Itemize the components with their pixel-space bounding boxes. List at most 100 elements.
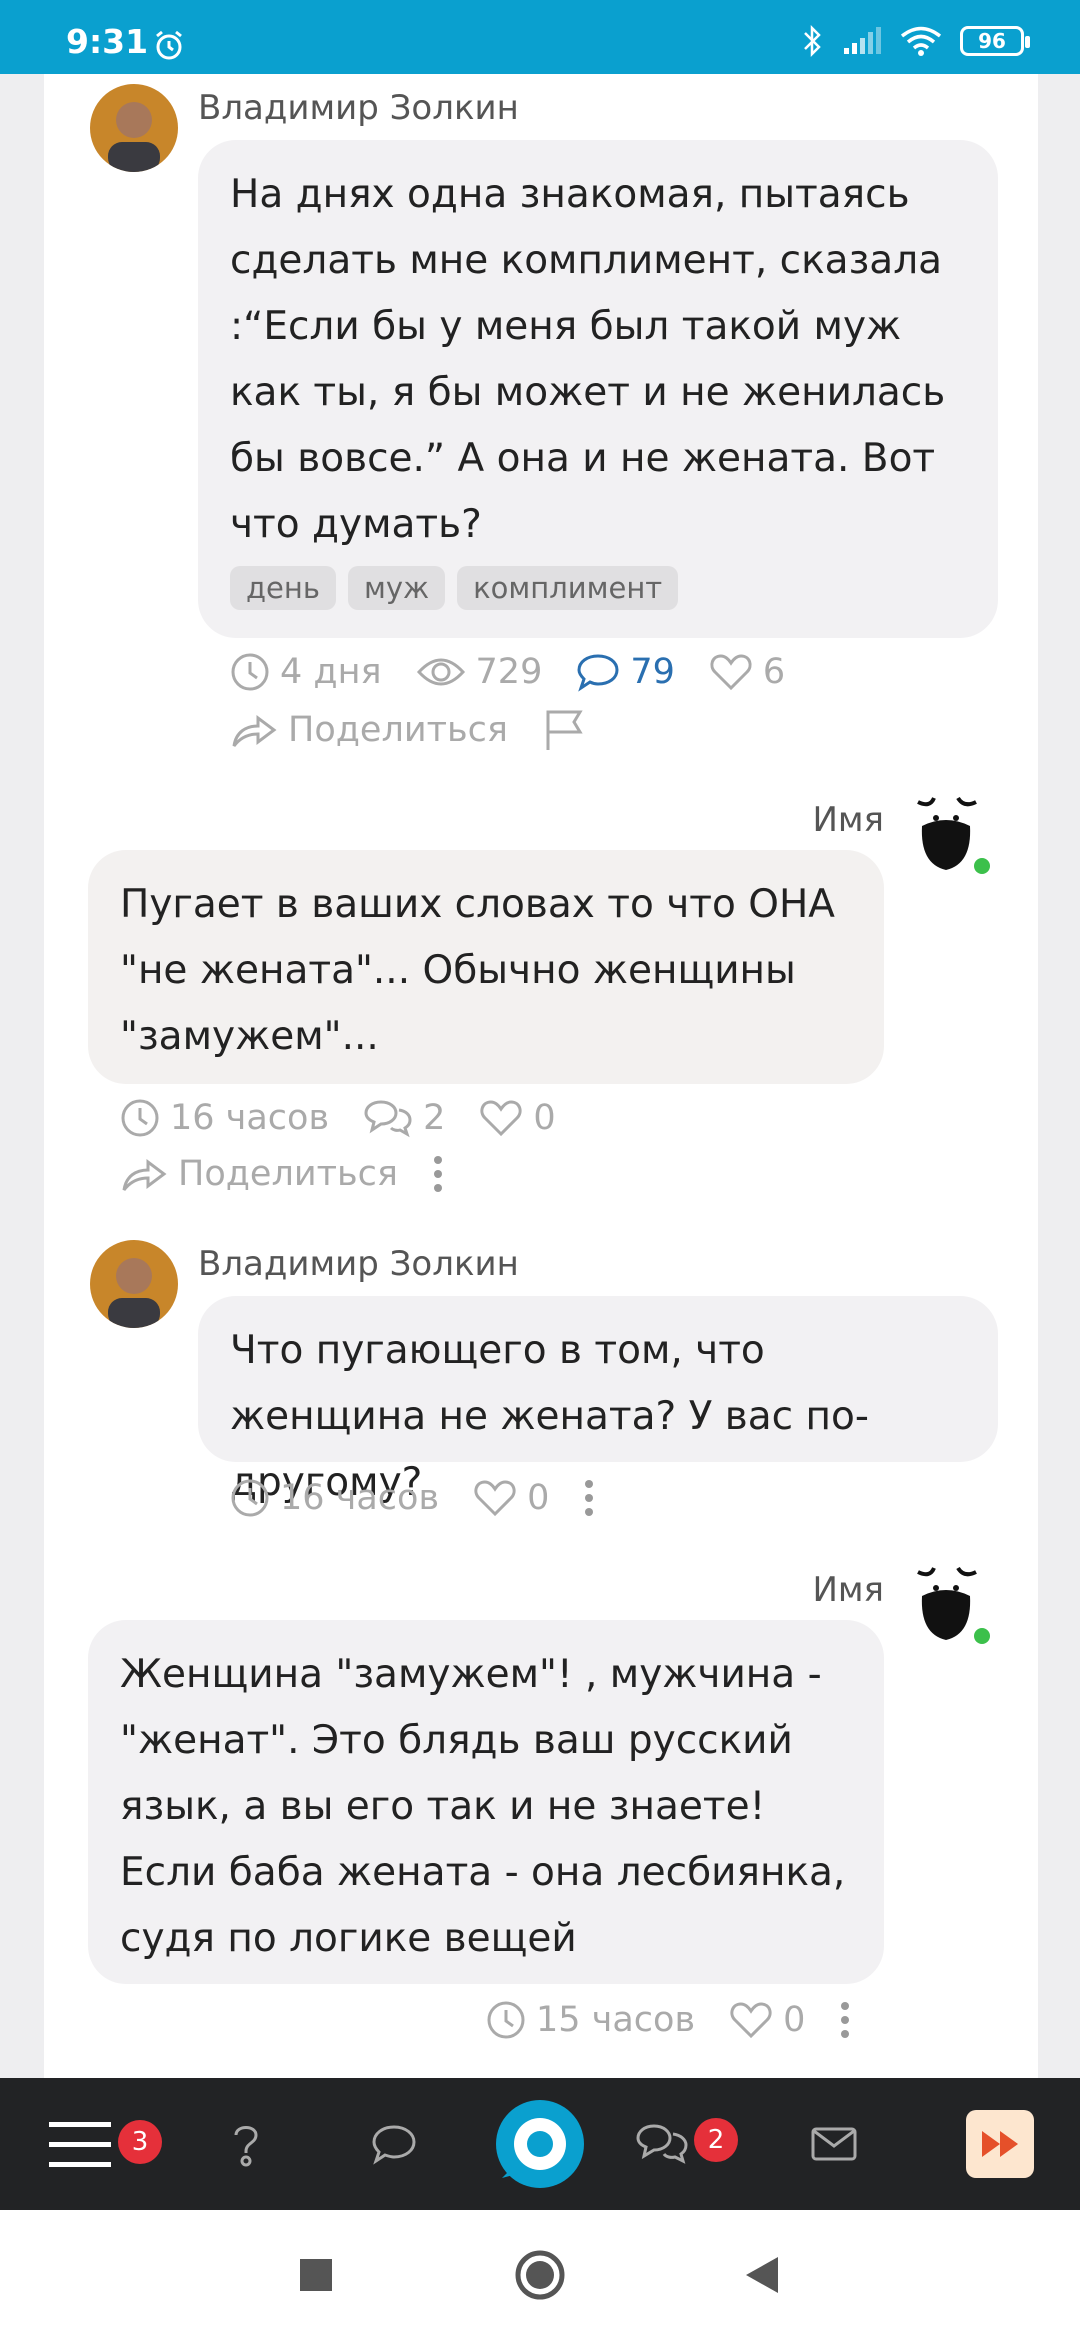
back-triangle-icon bbox=[746, 2257, 778, 2293]
app-logo-icon bbox=[496, 2100, 584, 2188]
comment-meta: 16 часов 0 bbox=[230, 1478, 595, 1518]
comment-time: 16 часов bbox=[120, 1098, 329, 1138]
comment-text: Пугает в ваших словах то что ОНА "не жен… bbox=[120, 882, 835, 1059]
anonymous-avatar[interactable] bbox=[910, 794, 982, 874]
comment-meta: 15 часов 0 bbox=[486, 2000, 851, 2040]
post-actions: Поделиться bbox=[230, 708, 586, 752]
comment-likes[interactable]: 0 bbox=[473, 1478, 549, 1518]
author-avatar[interactable] bbox=[90, 84, 178, 172]
mail-icon bbox=[811, 2127, 857, 2161]
author-avatar[interactable] bbox=[90, 1240, 178, 1328]
home-logo-button[interactable] bbox=[494, 2078, 586, 2210]
post-text: На днях одна знакомая, пытаясь сделать м… bbox=[230, 172, 946, 547]
question-icon bbox=[234, 2126, 258, 2167]
clock-icon bbox=[231, 653, 269, 691]
comment-time: 16 часов bbox=[230, 1478, 439, 1518]
comment-meta: 16 часов 2 0 bbox=[120, 1098, 590, 1138]
discussions-icon bbox=[636, 2124, 688, 2164]
comment-icon bbox=[577, 654, 619, 692]
comment-time-text: 15 часов bbox=[536, 2000, 696, 2040]
post-likes[interactable]: 6 bbox=[709, 652, 785, 692]
comment-author-name[interactable]: Имя bbox=[744, 800, 884, 840]
chat-button[interactable] bbox=[362, 2078, 426, 2210]
comment-author-name[interactable]: Владимир Золкин bbox=[198, 1244, 519, 1284]
circle-icon bbox=[515, 2250, 565, 2300]
status-time: 9:31 bbox=[66, 22, 149, 61]
battery-icon: 96 bbox=[960, 26, 1030, 56]
comment-likes-count: 0 bbox=[533, 1098, 556, 1138]
comment-bubble: Что пугающего в том, что женщина не жена… bbox=[198, 1296, 998, 1505]
eye-icon bbox=[416, 658, 465, 686]
comment-text: Женщина "замужем"! , мужчина - "женат". … bbox=[120, 1652, 846, 1961]
heart-icon bbox=[730, 2002, 772, 2039]
mail-button[interactable] bbox=[804, 2078, 864, 2210]
post-views: 729 bbox=[416, 652, 542, 692]
discussions-button[interactable] bbox=[632, 2078, 692, 2210]
square-icon bbox=[300, 2259, 332, 2291]
comment-time-text: 16 часов bbox=[280, 1478, 440, 1518]
page-margin-left bbox=[0, 74, 44, 2078]
discussions-badge: 2 bbox=[694, 2118, 738, 2162]
comment-likes-count: 0 bbox=[527, 1478, 550, 1518]
comment-likes[interactable]: 0 bbox=[729, 2000, 805, 2040]
fast-forward-button[interactable] bbox=[964, 2078, 1036, 2210]
more-options-icon[interactable] bbox=[583, 1478, 595, 1518]
questions-button[interactable] bbox=[216, 2078, 276, 2210]
alarm-icon bbox=[156, 30, 182, 60]
comment-time: 15 часов bbox=[486, 2000, 695, 2040]
comment-likes-count: 0 bbox=[783, 2000, 806, 2040]
post-meta: 4 дня 729 79 6 bbox=[230, 652, 819, 692]
share-icon bbox=[122, 1159, 167, 1191]
clock-icon bbox=[121, 1099, 159, 1137]
more-options-icon[interactable] bbox=[432, 1154, 444, 1194]
more-options-icon[interactable] bbox=[839, 2000, 851, 2040]
wifi-icon bbox=[900, 26, 942, 56]
comment-replies-count: 2 bbox=[423, 1098, 446, 1138]
comment-bubble: Женщина "замужем"! , мужчина - "женат". … bbox=[88, 1620, 884, 1984]
fast-forward-icon bbox=[982, 2131, 1018, 2157]
system-navigation-bar bbox=[0, 2210, 1080, 2340]
comment-replies[interactable]: 2 bbox=[363, 1098, 445, 1138]
post-comments[interactable]: 79 bbox=[576, 652, 675, 692]
share-button[interactable]: Поделиться bbox=[120, 1154, 398, 1194]
battery-level: 96 bbox=[978, 29, 1006, 53]
tag[interactable]: день bbox=[230, 566, 336, 610]
back-button[interactable] bbox=[738, 2210, 786, 2340]
comment-thread: Владимир Золкин На днях одна знакомая, п… bbox=[44, 74, 1038, 2078]
comment-actions: Поделиться bbox=[120, 1154, 444, 1194]
status-bar: 9:31 96 bbox=[0, 0, 1080, 74]
hamburger-icon bbox=[49, 2122, 111, 2167]
menu-badge: 3 bbox=[118, 2120, 162, 2164]
share-label: Поделиться bbox=[178, 1154, 398, 1194]
share-icon bbox=[232, 715, 277, 747]
share-label: Поделиться bbox=[288, 710, 508, 750]
anonymous-avatar[interactable] bbox=[910, 1564, 982, 1644]
heart-icon bbox=[480, 1100, 522, 1137]
comment-likes[interactable]: 0 bbox=[479, 1098, 556, 1138]
post-author-name[interactable]: Владимир Золкин bbox=[198, 88, 519, 128]
heart-icon bbox=[474, 1480, 516, 1517]
clock-icon bbox=[231, 1479, 269, 1517]
flag-icon[interactable] bbox=[542, 708, 586, 752]
post-time-text: 4 дня bbox=[280, 652, 382, 692]
bluetooth-icon bbox=[804, 24, 821, 58]
online-indicator bbox=[974, 1628, 990, 1644]
post-tags: день муж комплимент bbox=[230, 566, 966, 610]
bottom-nav: 3 2 bbox=[0, 2078, 1080, 2210]
comment-time-text: 16 часов bbox=[170, 1098, 330, 1138]
clock-icon bbox=[487, 2001, 525, 2039]
home-button[interactable] bbox=[512, 2210, 568, 2340]
page-margin-right bbox=[1038, 74, 1080, 2078]
comment-author-name[interactable]: Имя bbox=[744, 1570, 884, 1610]
heart-icon bbox=[710, 654, 752, 691]
recents-button[interactable] bbox=[290, 2210, 342, 2340]
share-button[interactable]: Поделиться bbox=[230, 710, 508, 750]
chat-icon bbox=[372, 2125, 416, 2165]
post-likes-count: 6 bbox=[762, 652, 786, 692]
tag[interactable]: комплимент bbox=[457, 566, 679, 610]
menu-button[interactable] bbox=[40, 2078, 120, 2210]
tag[interactable]: муж bbox=[347, 566, 446, 610]
post-comments-count: 79 bbox=[630, 652, 675, 692]
post-bubble: На днях одна знакомая, пытаясь сделать м… bbox=[198, 140, 998, 638]
replies-icon bbox=[364, 1100, 412, 1138]
